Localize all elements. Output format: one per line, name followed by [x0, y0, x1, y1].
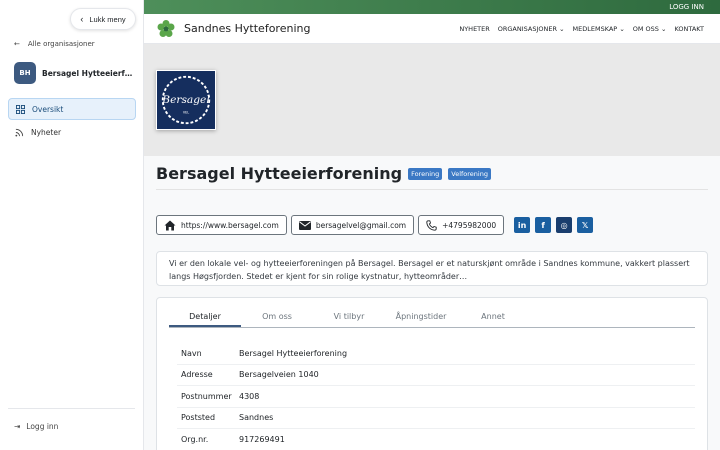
sidebar-login-label: Logg inn — [26, 422, 59, 431]
sidebar: ‹ Lukk meny ← Alle organisasjoner BH Ber… — [0, 0, 144, 450]
type-badge: Forening — [408, 167, 443, 180]
detail-label: Adresse — [181, 370, 213, 380]
detail-value: 917269491 — [239, 434, 285, 444]
table-row: Poststed Sandnes — [177, 408, 695, 429]
detail-label: Postnummer — [181, 391, 232, 401]
chevron-down-icon: ⌄ — [661, 25, 667, 33]
main-navbar: Sandnes Hytteforening NYHETER ORGANISASJ… — [144, 14, 720, 44]
nav-link-label: MEDLEMSKAP — [572, 25, 618, 33]
bersagel-logo-icon: Bersagel VEL — [161, 75, 211, 125]
sidebar-org-name: Bersagel Hytteeierforening — [42, 68, 134, 78]
detail-value: Bersagel Hytteeierforening — [239, 348, 348, 358]
sidebar-divider — [8, 408, 135, 409]
chevron-down-icon: ⌄ — [619, 25, 625, 33]
phone-label: +4795982000 — [442, 220, 497, 230]
org-logo: Bersagel VEL — [156, 70, 216, 130]
detail-label: Navn — [181, 348, 202, 358]
x-icon[interactable]: 𝕏 — [577, 217, 594, 233]
sidebar-org: BH Bersagel Hytteeierforening — [14, 62, 134, 84]
email-button[interactable]: bersagelvel@gmail.com — [290, 215, 415, 235]
chevron-down-icon: ⌄ — [559, 25, 565, 33]
close-menu-label: Lukk meny — [89, 14, 126, 24]
detail-value: Bersagelveien 1040 — [239, 370, 319, 380]
logo-subtext: VEL — [183, 111, 189, 115]
sidebar-item-nyheter[interactable]: Nyheter — [8, 121, 136, 143]
sidebar-item-label: Oversikt — [32, 104, 64, 114]
nav-link-label: NYHETER — [459, 25, 490, 33]
nav-links: NYHETER ORGANISASJONER ⌄ MEDLEMSKAP ⌄ OM… — [459, 25, 704, 33]
contact-row: https://www.bersagel.com bersagelvel@gma… — [156, 215, 594, 235]
detail-label: Poststed — [181, 413, 216, 423]
table-row: Adresse Bersagelveien 1040 — [177, 365, 695, 386]
nav-link-medlemskap[interactable]: MEDLEMSKAP ⌄ — [573, 25, 625, 33]
title-divider — [156, 189, 708, 190]
type-badge: Velforening — [448, 167, 491, 180]
tab-om-oss[interactable]: Om oss — [241, 310, 313, 327]
website-label: https://www.bersagel.com — [181, 220, 279, 230]
detail-value: Sandnes — [239, 413, 274, 423]
table-row: Navn Bersagel Hytteeierforening — [177, 343, 695, 365]
top-login-link[interactable]: LOGG INN — [669, 3, 704, 11]
details-tabs: Detaljer Om oss Vi tilbyr Åpningstider A… — [169, 310, 695, 328]
sidebar-item-label: Nyheter — [31, 127, 62, 137]
back-link-label: Alle organisasjoner — [27, 40, 95, 48]
close-menu-button[interactable]: ‹ Lukk meny — [70, 8, 136, 30]
facebook-icon[interactable]: f — [535, 217, 552, 233]
detail-label: Org.nr. — [181, 434, 209, 444]
table-row: Org.nr. 917269491 — [177, 429, 695, 450]
website-button[interactable]: https://www.bersagel.com — [156, 215, 287, 235]
hero-banner: Bersagel VEL — [144, 44, 720, 156]
tab-detaljer[interactable]: Detaljer — [169, 310, 241, 327]
avatar: BH — [14, 62, 36, 84]
social-links: in f ◎ 𝕏 — [514, 217, 594, 233]
nav-link-organisasjoner[interactable]: ORGANISASJONER ⌄ — [498, 25, 565, 33]
phone-icon — [426, 219, 437, 231]
detail-value: 4308 — [239, 391, 260, 401]
page-title: Bersagel Hytteeierforening — [156, 164, 403, 183]
details-table: Navn Bersagel Hytteeierforening Adresse … — [177, 343, 695, 450]
title-row: Bersagel Hytteeierforening Forening Velf… — [156, 164, 491, 183]
table-row: Postnummer 4308 — [177, 386, 695, 408]
phone-button[interactable]: +4795982000 — [418, 215, 505, 235]
nav-link-nyheter[interactable]: NYHETER — [459, 25, 489, 33]
arrow-left-icon: ← — [14, 40, 20, 48]
instagram-icon[interactable]: ◎ — [556, 217, 573, 233]
description-text: Vi er den lokale vel- og hytteeierforeni… — [169, 259, 690, 281]
nav-link-label: ORGANISASJONER — [497, 25, 557, 33]
chevron-left-icon: ‹ — [80, 14, 84, 24]
site-title[interactable]: Sandnes Hytteforening — [184, 22, 310, 35]
top-bar: LOGG INN — [144, 0, 720, 14]
nav-link-om-oss[interactable]: OM OSS ⌄ — [633, 25, 667, 33]
tab-vi-tilbyr[interactable]: Vi tilbyr — [313, 310, 385, 327]
tab-apningstider[interactable]: Åpningstider — [385, 310, 457, 327]
sidebar-item-oversikt[interactable]: Oversikt — [8, 98, 136, 120]
details-card: Detaljer Om oss Vi tilbyr Åpningstider A… — [156, 297, 708, 450]
logo-text: Bersagel — [161, 93, 209, 106]
linkedin-icon[interactable]: in — [514, 217, 531, 233]
login-icon: ⇥ — [14, 422, 21, 431]
nav-link-label: OM OSS — [632, 25, 659, 33]
tab-annet[interactable]: Annet — [457, 310, 529, 327]
all-organizations-link[interactable]: ← Alle organisasjoner — [14, 40, 95, 48]
site-logo-icon[interactable] — [156, 19, 176, 39]
nav-link-label: KONTAKT — [674, 25, 704, 33]
rss-icon — [15, 128, 24, 137]
email-label: bersagelvel@gmail.com — [315, 220, 407, 230]
nav-link-kontakt[interactable]: KONTAKT — [674, 25, 704, 33]
home-icon — [164, 220, 176, 230]
description-card: Vi er den lokale vel- og hytteeierforeni… — [156, 251, 708, 286]
envelope-icon — [298, 220, 311, 230]
sidebar-login-link[interactable]: ⇥ Logg inn — [14, 422, 58, 431]
grid-icon — [16, 104, 25, 114]
